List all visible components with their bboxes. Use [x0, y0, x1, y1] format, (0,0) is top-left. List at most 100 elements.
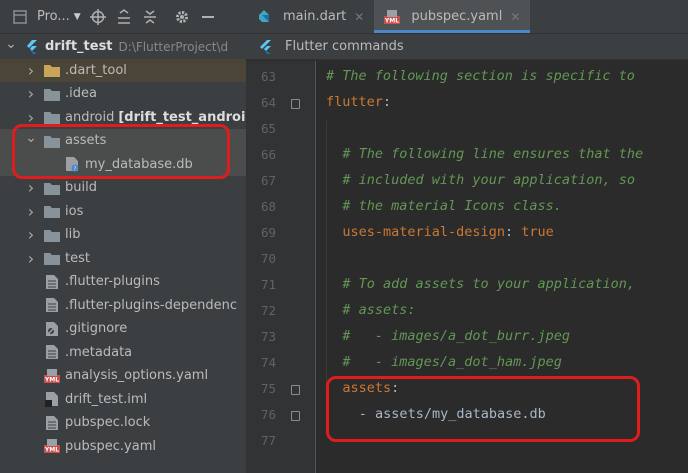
- editor-tabs: main.dart ✕ YML pubspec.yaml ✕: [246, 0, 688, 34]
- tree-item[interactable]: › .idea: [0, 82, 246, 106]
- tree-item-label: pubspec.yaml: [65, 438, 156, 454]
- chevron-right-icon[interactable]: ›: [24, 202, 38, 221]
- file-icon: [44, 274, 60, 290]
- code-line: # The following line ensures that the: [342, 146, 643, 162]
- chevron-right-icon[interactable]: ›: [24, 249, 38, 268]
- folder-icon: [44, 133, 60, 149]
- line-number: 73: [260, 329, 276, 344]
- tree-item-label: test: [65, 250, 90, 266]
- db-file-icon: ?: [64, 156, 80, 172]
- svg-text:YML: YML: [44, 447, 59, 454]
- tab-main-dart[interactable]: main.dart ✕: [246, 0, 374, 33]
- folder-icon: [44, 86, 60, 102]
- svg-text:?: ?: [74, 167, 77, 173]
- line-number: 76: [260, 407, 276, 422]
- code-line: assets:: [342, 380, 399, 396]
- tree-item[interactable]: › ios: [0, 200, 246, 224]
- project-tree: ⌄ drift_test D:\FlutterProject\d › .dart_too…: [0, 35, 246, 458]
- expand-all-icon[interactable]: [111, 5, 137, 29]
- line-number: 70: [260, 251, 276, 266]
- tree-item[interactable]: drift_test.iml: [0, 388, 246, 412]
- chevron-right-icon[interactable]: ›: [24, 178, 38, 197]
- line-number: 77: [260, 433, 276, 448]
- chevron-down-icon[interactable]: ⌄: [4, 36, 18, 52]
- tree-item[interactable]: .gitignore: [0, 317, 246, 341]
- fold-marker-icon[interactable]: [291, 411, 300, 421]
- close-icon[interactable]: ✕: [510, 10, 520, 24]
- fold-marker-icon[interactable]: [291, 385, 300, 395]
- tree-item[interactable]: .flutter-plugins-dependenc: [0, 294, 246, 318]
- tree-item[interactable]: YML pubspec.yaml: [0, 435, 246, 459]
- colon: :: [504, 224, 522, 240]
- chevron-down-icon[interactable]: ⌄: [24, 130, 38, 146]
- code-area[interactable]: # The following section is specific to fl…: [318, 61, 688, 473]
- tab-label: pubspec.yaml: [411, 9, 503, 24]
- gear-icon[interactable]: [169, 5, 195, 29]
- tree-item-label: analysis_options.yaml: [65, 368, 209, 384]
- chevron-right-icon[interactable]: ›: [24, 61, 38, 80]
- flutter-commands-bar[interactable]: Flutter commands: [246, 34, 688, 60]
- code-line: # assets:: [342, 302, 415, 318]
- tree-item-label: .flutter-plugins-dependenc: [65, 297, 238, 313]
- comment-text: # - images/a_dot_burr.jpeg: [342, 328, 570, 344]
- folder-icon: [44, 62, 60, 78]
- tree-item[interactable]: › build: [0, 176, 246, 200]
- flutter-icon: [258, 39, 274, 55]
- project-view-icon: [12, 9, 28, 25]
- collapse-all-icon[interactable]: [137, 5, 163, 29]
- tree-item-label: .gitignore: [65, 321, 128, 337]
- line-number: 64: [260, 95, 276, 110]
- chevron-right-icon[interactable]: ›: [24, 84, 38, 103]
- code-line: # the material Icons class.: [342, 198, 561, 214]
- tab-pubspec-yaml[interactable]: YML pubspec.yaml ✕: [374, 0, 531, 33]
- close-icon[interactable]: ✕: [354, 10, 364, 24]
- comment-text: # the material Icons class.: [342, 198, 562, 214]
- yaml-key: uses-material-design: [342, 224, 505, 240]
- line-number: 68: [260, 199, 276, 214]
- fold-marker-icon[interactable]: [291, 99, 300, 109]
- comment-text: # assets:: [342, 302, 416, 318]
- chevron-right-icon[interactable]: ›: [24, 108, 38, 127]
- project-panel: Pro... ▼ ⌄ drift_test D:\FlutterProject\d ›…: [0, 0, 246, 473]
- dart-icon: [256, 9, 272, 25]
- code-line: # - images/a_dot_ham.jpeg: [342, 354, 561, 370]
- tree-item[interactable]: ⌄ drift_test D:\FlutterProject\d: [0, 35, 246, 59]
- line-number: 65: [260, 121, 276, 136]
- line-number: 67: [260, 173, 276, 188]
- line-number: 69: [260, 225, 276, 240]
- line-number: 75: [260, 381, 276, 396]
- tree-item[interactable]: pubspec.lock: [0, 411, 246, 435]
- tree-item-label: pubspec.lock: [65, 415, 151, 431]
- code-line: # - images/a_dot_burr.jpeg: [342, 328, 570, 344]
- tree-item[interactable]: .metadata: [0, 341, 246, 365]
- code-line: # included with your application, so: [342, 172, 635, 188]
- tree-item[interactable]: .flutter-plugins: [0, 270, 246, 294]
- folder-icon: [44, 203, 60, 219]
- tree-item[interactable]: › android [drift_test_android: [0, 106, 246, 130]
- gitignore-icon: [44, 321, 60, 337]
- locate-icon[interactable]: [85, 5, 111, 29]
- line-number: 72: [260, 303, 276, 318]
- tree-item-label: ios: [65, 203, 84, 219]
- tree-item-label: android: [65, 109, 115, 125]
- tree-item[interactable]: YML analysis_options.yaml: [0, 364, 246, 388]
- chevron-right-icon[interactable]: ›: [24, 225, 38, 244]
- folder-icon: [44, 227, 60, 243]
- project-view-selector[interactable]: Pro... ▼: [8, 9, 85, 25]
- tree-item[interactable]: › test: [0, 247, 246, 271]
- folder-icon: [44, 109, 60, 125]
- folder-icon: [44, 180, 60, 196]
- comment-text: # included with your application, so: [342, 172, 635, 188]
- tree-item[interactable]: ? my_database.db: [0, 152, 246, 176]
- tree-item[interactable]: › .dart_tool: [0, 58, 246, 82]
- tree-item[interactable]: › lib: [0, 223, 246, 247]
- yaml-key: assets: [342, 380, 392, 396]
- yaml-list-item: - assets/my_database.db: [358, 406, 546, 422]
- file-icon: [44, 297, 60, 313]
- minimize-icon[interactable]: [195, 5, 221, 29]
- line-number: 66: [260, 147, 276, 162]
- tree-item[interactable]: ⌄ assets: [0, 129, 246, 153]
- colon: :: [391, 380, 400, 396]
- line-number: 71: [260, 277, 276, 292]
- iml-icon: [44, 391, 60, 408]
